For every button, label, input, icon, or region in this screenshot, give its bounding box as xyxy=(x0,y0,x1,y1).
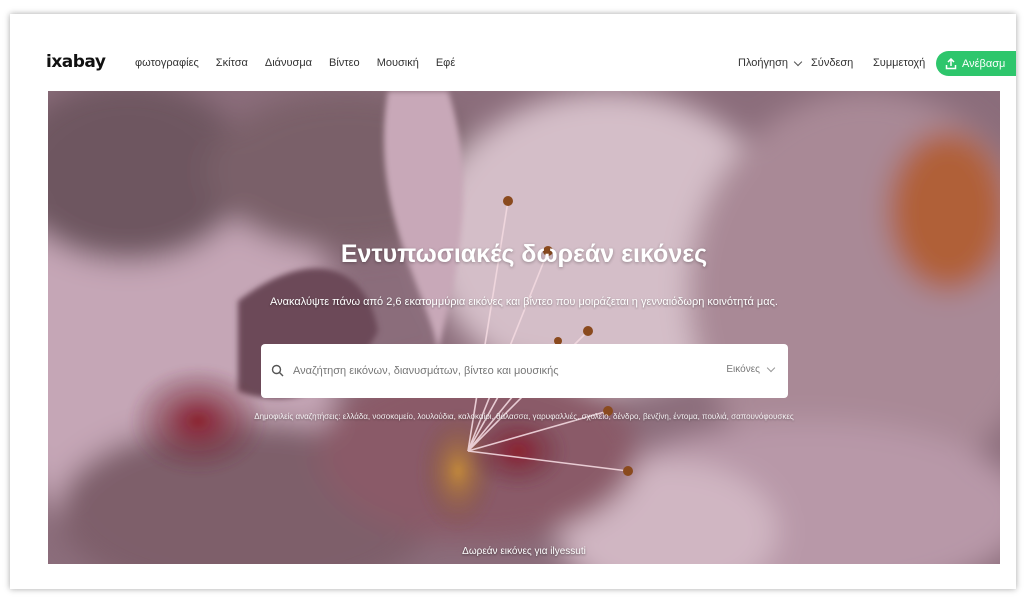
hero-subtitle: Ανακαλύψτε πάνω από 2,6 εκατομμύρια εικό… xyxy=(270,296,778,308)
upload-button[interactable]: Ανέβασμ xyxy=(936,51,1016,76)
media-type-label: Εικόνες xyxy=(726,364,760,375)
nav-videos[interactable]: Βίντεο xyxy=(329,57,360,69)
nav-vectors[interactable]: Διάνυσμα xyxy=(265,57,312,69)
search-icon xyxy=(271,364,284,377)
nav-illustrations[interactable]: Σκίτσα xyxy=(216,57,248,69)
browser-frame: ixabay φωτογραφίες Σκίτσα Διάνυσμα Βίντε… xyxy=(10,14,1016,589)
search-input[interactable] xyxy=(291,358,695,384)
upload-label: Ανέβασμ xyxy=(962,57,1006,70)
popular-searches[interactable]: Δημοφιλείς αναζητήσεις: ελλάδα, νοσοκομε… xyxy=(48,412,1000,421)
nav-photos[interactable]: φωτογραφίες xyxy=(135,57,199,69)
chevron-down-icon xyxy=(793,57,803,66)
hero-title: Εντυπωσιακές δωρεάν εικόνες xyxy=(340,240,708,268)
media-type-select[interactable]: Εικόνες xyxy=(726,363,776,375)
explore-label: Πλοήγηση xyxy=(738,57,789,69)
chevron-down-icon xyxy=(766,363,776,373)
nav-sound-effects[interactable]: Εφέ xyxy=(436,57,455,69)
hero-banner: Εντυπωσιακές δωρεάν εικόνες Ανακαλύψτε π… xyxy=(48,91,1000,564)
pixabay-logo[interactable]: ixabay xyxy=(46,52,106,72)
upload-icon xyxy=(945,57,957,69)
login-link[interactable]: Σύνδεση xyxy=(811,57,853,69)
explore-menu[interactable]: Πλοήγηση xyxy=(738,57,803,69)
hero-flower-image xyxy=(48,91,1000,564)
join-link[interactable]: Συμμετοχή xyxy=(873,57,925,69)
search-bar: Εικόνες xyxy=(261,344,788,398)
nav-music[interactable]: Μουσική xyxy=(377,57,419,69)
main-nav: φωτογραφίες Σκίτσα Διάνυσμα Βίντεο Μουσι… xyxy=(135,57,455,69)
top-header: ixabay φωτογραφίες Σκίτσα Διάνυσμα Βίντε… xyxy=(10,14,1016,91)
image-credit[interactable]: Δωρεάν εικόνες για ilyessuti xyxy=(48,546,1000,557)
